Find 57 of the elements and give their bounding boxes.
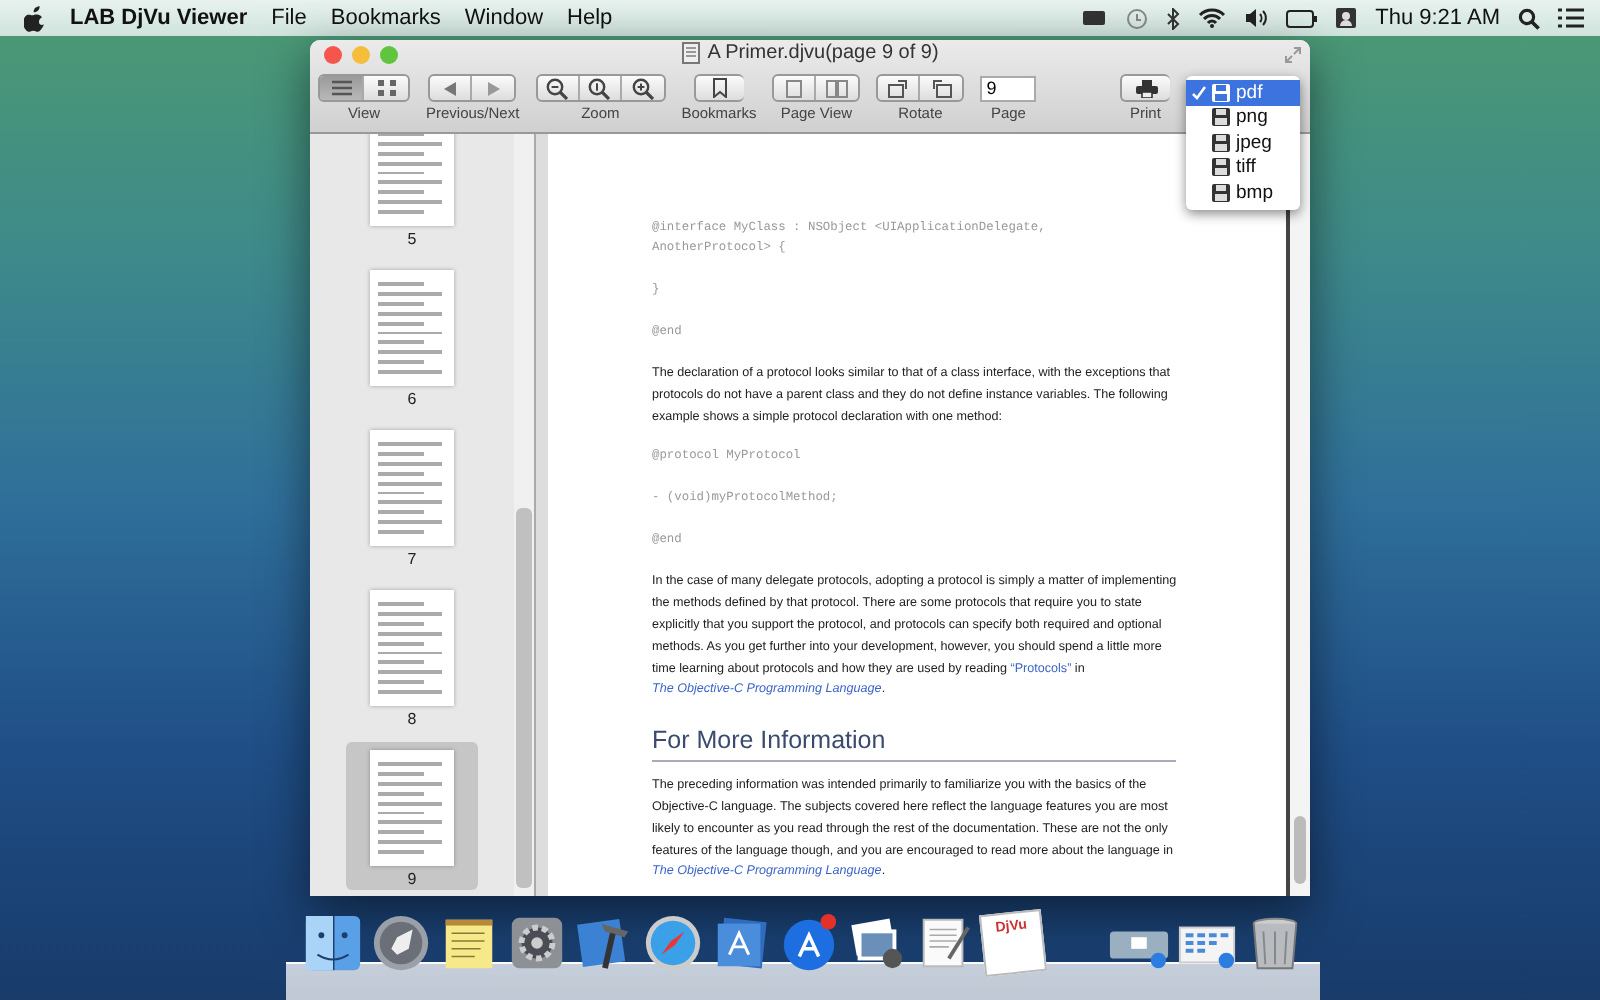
scrollbar-thumb[interactable] <box>516 508 532 888</box>
window-title: A Primer.djvu(page 9 of 9) <box>707 42 939 64</box>
menu-item[interactable]: Bookmarks <box>330 6 441 30</box>
section-heading: For More Information <box>652 726 1176 763</box>
magnifier-minus-icon <box>546 77 569 99</box>
page-thumbnail[interactable] <box>370 270 454 386</box>
printer-icon <box>1135 79 1158 97</box>
app-store-icon[interactable] <box>778 912 840 974</box>
apple-icon[interactable] <box>24 5 46 31</box>
page-icon <box>786 79 803 97</box>
page-thumbnail[interactable] <box>370 590 454 706</box>
bluetooth-icon[interactable] <box>1165 7 1180 29</box>
gear-icon[interactable] <box>506 912 568 974</box>
selected-thumbnail-background[interactable]: 9 <box>346 742 478 890</box>
app-menu[interactable]: LAB DjVu Viewer <box>70 6 248 30</box>
page-number-field[interactable]: 9 <box>980 75 1037 101</box>
page-number: 7 <box>407 550 417 568</box>
menu-item[interactable]: File <box>271 6 307 30</box>
menu-item[interactable]: Help <box>567 6 613 30</box>
page-thumbnail[interactable] <box>370 750 454 866</box>
list-icon <box>331 80 351 96</box>
page-number: 9 <box>407 870 417 888</box>
user-icon[interactable] <box>1335 8 1356 28</box>
grid-icon <box>377 80 395 96</box>
bookmark-icon <box>711 78 728 98</box>
menu-item[interactable]: Window <box>464 6 544 30</box>
menu-clock[interactable]: Thu 9:21 AM <box>1375 6 1500 30</box>
magnifier-icon <box>588 77 611 99</box>
search-icon[interactable] <box>1518 7 1540 29</box>
page-thumbnail[interactable] <box>370 134 454 226</box>
menu-item[interactable]: pdf <box>1186 80 1300 105</box>
volume-icon[interactable] <box>1243 8 1268 28</box>
page-thumbnail[interactable] <box>370 430 454 546</box>
scrollbar-thumb[interactable] <box>1294 816 1306 884</box>
two-pages-icon <box>826 79 849 97</box>
bookmarks-button[interactable] <box>693 74 744 102</box>
compass-icon[interactable] <box>642 912 704 974</box>
left-triangle-icon <box>444 81 457 95</box>
page-number: 5 <box>407 230 417 248</box>
checkmark-icon <box>1192 85 1206 100</box>
close-button[interactable] <box>324 46 342 64</box>
rotate-left-icon <box>887 78 910 98</box>
wifi-icon[interactable] <box>1197 8 1226 28</box>
clock-icon[interactable] <box>1125 7 1148 29</box>
right-triangle-icon <box>487 81 500 95</box>
rotate-right-icon <box>930 78 953 98</box>
menu-item[interactable]: jpeg <box>1186 130 1300 155</box>
menu-item[interactable]: tiff <box>1186 155 1300 180</box>
smiling-face-icon[interactable] <box>302 912 364 974</box>
magnifier-plus-icon <box>631 77 654 99</box>
list-icon[interactable] <box>1558 8 1584 28</box>
page-number: 8 <box>407 710 417 728</box>
menu-item[interactable]: bmp <box>1186 180 1300 205</box>
menu-item[interactable]: png <box>1186 105 1300 130</box>
print-button[interactable] <box>1120 74 1171 102</box>
page-number: 6 <box>407 390 417 408</box>
list-view-button[interactable] <box>320 76 364 100</box>
